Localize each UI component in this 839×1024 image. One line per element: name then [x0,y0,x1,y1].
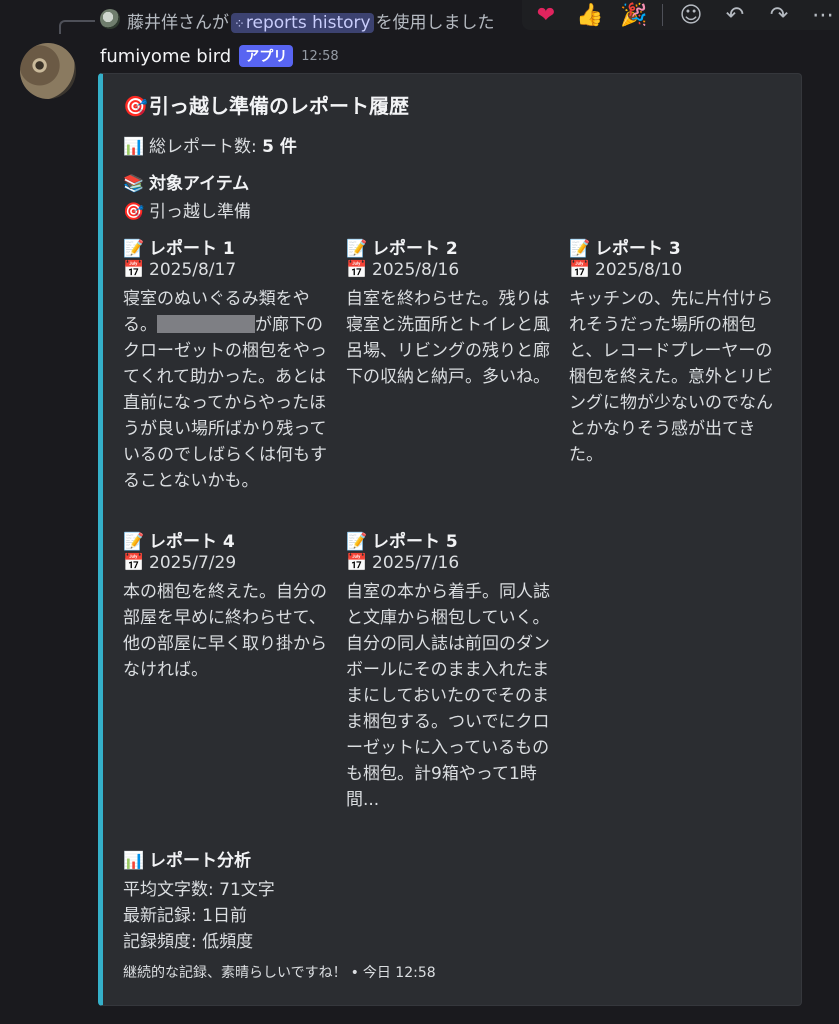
footer-text: 継続的な記録、素晴らしいですね！ [123,965,347,981]
report-date-text: 2025/7/16 [372,553,460,573]
report-text: 自室の本から着手。同人誌と文庫から梱包していく。自分の同人誌は前回のダンボールに… [346,582,550,810]
memo-icon: 📝 [569,239,591,259]
reply-user[interactable]: 藤井佯さんが [127,13,229,33]
report-card: 📝 レポート 5 📅 2025/7/16 自室の本から着手。同人誌と文庫から梱包して… [346,527,551,813]
report-text: 寝室のぬいぐるみ類をやる。 が廊下のクローゼットの梱包をやってくれて助かった。あと… [123,286,328,494]
redacted-name [157,315,255,333]
thumbs-up-reaction-icon[interactable]: 👍 [574,3,606,28]
report-name-text: レポート 4 [149,532,235,552]
calendar-icon: 📅 [346,260,368,280]
report-date-text: 2025/8/17 [149,260,237,280]
reply-spine [59,20,95,34]
report-name: 📝 レポート 2 [346,234,551,260]
app-badge: アプリ [239,45,294,67]
target-heading: 📚 対象アイテム [123,169,249,194]
embed-title-text: 引っ越し準備のレポート履歴 [149,94,409,118]
party-popper-reaction-icon[interactable]: 🎉 [618,3,650,28]
report-name: 📝 レポート 4 [123,527,328,553]
report-date: 📅 2025/8/17 [123,260,328,286]
total-label: 総レポート数: [149,137,257,157]
report-card: 📝 レポート 1 📅 2025/8/17 寝室のぬいぐるみ類をやる。 が廊下のクローゼ… [123,234,328,494]
more-options-icon[interactable]: ⋯ [807,3,839,28]
message-timestamp[interactable]: 12:58 [301,49,338,64]
message-header: fumiyome bird アプリ 12:58 [100,44,339,68]
report-date: 📅 2025/7/29 [123,553,328,579]
memo-icon: 📝 [346,239,368,259]
command-chip[interactable]: ⁘ reports history [231,13,374,33]
reply-suffix: を使用しました [375,13,495,33]
analysis-frequency: 記録頻度: 低頻度 [123,932,254,952]
report-name: 📝 レポート 1 [123,234,328,260]
report-text: 本の梱包を終えた。自分の部屋を早めに終わらせて、他の部屋に早く取り掛からなければ… [123,582,327,680]
target-item-text: 引っ越し準備 [149,202,251,222]
add-reaction-icon[interactable]: ☺ [675,3,707,28]
report-name-text: レポート 3 [595,239,681,259]
chart-icon: 📊 [123,851,145,871]
calendar-icon: 📅 [346,553,368,573]
report-name: 📝 レポート 3 [569,234,774,260]
report-date: 📅 2025/8/10 [569,260,774,286]
command-name: reports history [245,13,371,33]
calendar-icon: 📅 [569,260,591,280]
report-card: 📝 レポート 2 📅 2025/8/16 自室を終わらせた。残りは寝室と洗面所とトイ… [346,234,551,390]
report-name-text: レポート 2 [372,239,458,259]
report-date-text: 2025/8/16 [372,260,460,280]
reply-icon[interactable]: ↶ [719,3,751,28]
footer-separator: • [350,965,359,981]
target-icon: 🎯 [123,94,148,118]
report-name-text: レポート 1 [149,239,235,259]
author-name[interactable]: fumiyome bird [100,46,231,67]
embed-footer: 継続的な記録、素晴らしいですね！ • 今日 12:58 [123,962,436,982]
analysis-heading: 📊 レポート分析 [123,846,251,871]
calendar-icon: 📅 [123,553,145,573]
report-text: キッチンの、先に片付けられそうだった場所の梱包と、レコードプレーヤーの梱包を終え… [569,289,773,465]
message-toolbar: ❤ 👍 🎉 ☺ ↶ ↷ ⋯ [522,0,839,30]
report-date: 📅 2025/8/16 [346,260,551,286]
target-icon: 🎯 [123,202,145,222]
reply-user-avatar[interactable] [100,9,120,29]
total-reports: 📊 総レポート数: 5 件 [123,132,297,157]
calendar-icon: 📅 [123,260,145,280]
report-name-text: レポート 5 [372,532,458,552]
memo-icon: 📝 [123,239,145,259]
total-value: 5 件 [262,137,297,157]
report-date-text: 2025/8/10 [595,260,683,280]
books-icon: 📚 [123,174,145,194]
report-text-part: が廊下のクローゼットの梱包をやってくれて助かった。あとは直前になってからやったほ… [123,315,327,491]
analysis-avg-chars: 平均文字数: 71文字 [123,880,275,900]
chart-icon: 📊 [123,137,145,157]
memo-icon: 📝 [346,532,368,552]
footer-time: 今日 12:58 [362,965,436,981]
forward-icon[interactable]: ↷ [763,3,795,28]
toolbar-divider [662,4,663,26]
target-item: 🎯 引っ越し準備 [123,197,251,222]
report-date: 📅 2025/7/16 [346,553,551,579]
bot-avatar[interactable] [20,43,76,99]
report-name: 📝 レポート 5 [346,527,551,553]
heart-reaction-icon[interactable]: ❤ [530,3,562,28]
embed-title: 🎯引っ越し準備のレポート履歴 [123,90,409,119]
memo-icon: 📝 [123,532,145,552]
report-text: 自室を終わらせた。残りは寝室と洗面所とトイレと風呂場、リビングの残りと廊下の収納… [346,289,550,387]
analysis-latest: 最新記録: 1日前 [123,906,247,926]
report-date-text: 2025/7/29 [149,553,237,573]
report-card: 📝 レポート 3 📅 2025/8/10 キッチンの、先に片付けられそうだった場所の… [569,234,774,468]
reply-text: 藤井佯さんが ⁘ reports history を使用しました [127,8,495,33]
app-command-icon: ⁘ [234,17,245,32]
analysis-heading-text: レポート分析 [149,851,251,871]
report-embed: 🎯引っ越し準備のレポート履歴 📊 総レポート数: 5 件 📚 対象アイテム 🎯 引っ越… [98,73,802,1006]
report-card: 📝 レポート 4 📅 2025/7/29 本の梱包を終えた。自分の部屋を早めに終わら… [123,527,328,683]
target-heading-text: 対象アイテム [149,174,250,194]
